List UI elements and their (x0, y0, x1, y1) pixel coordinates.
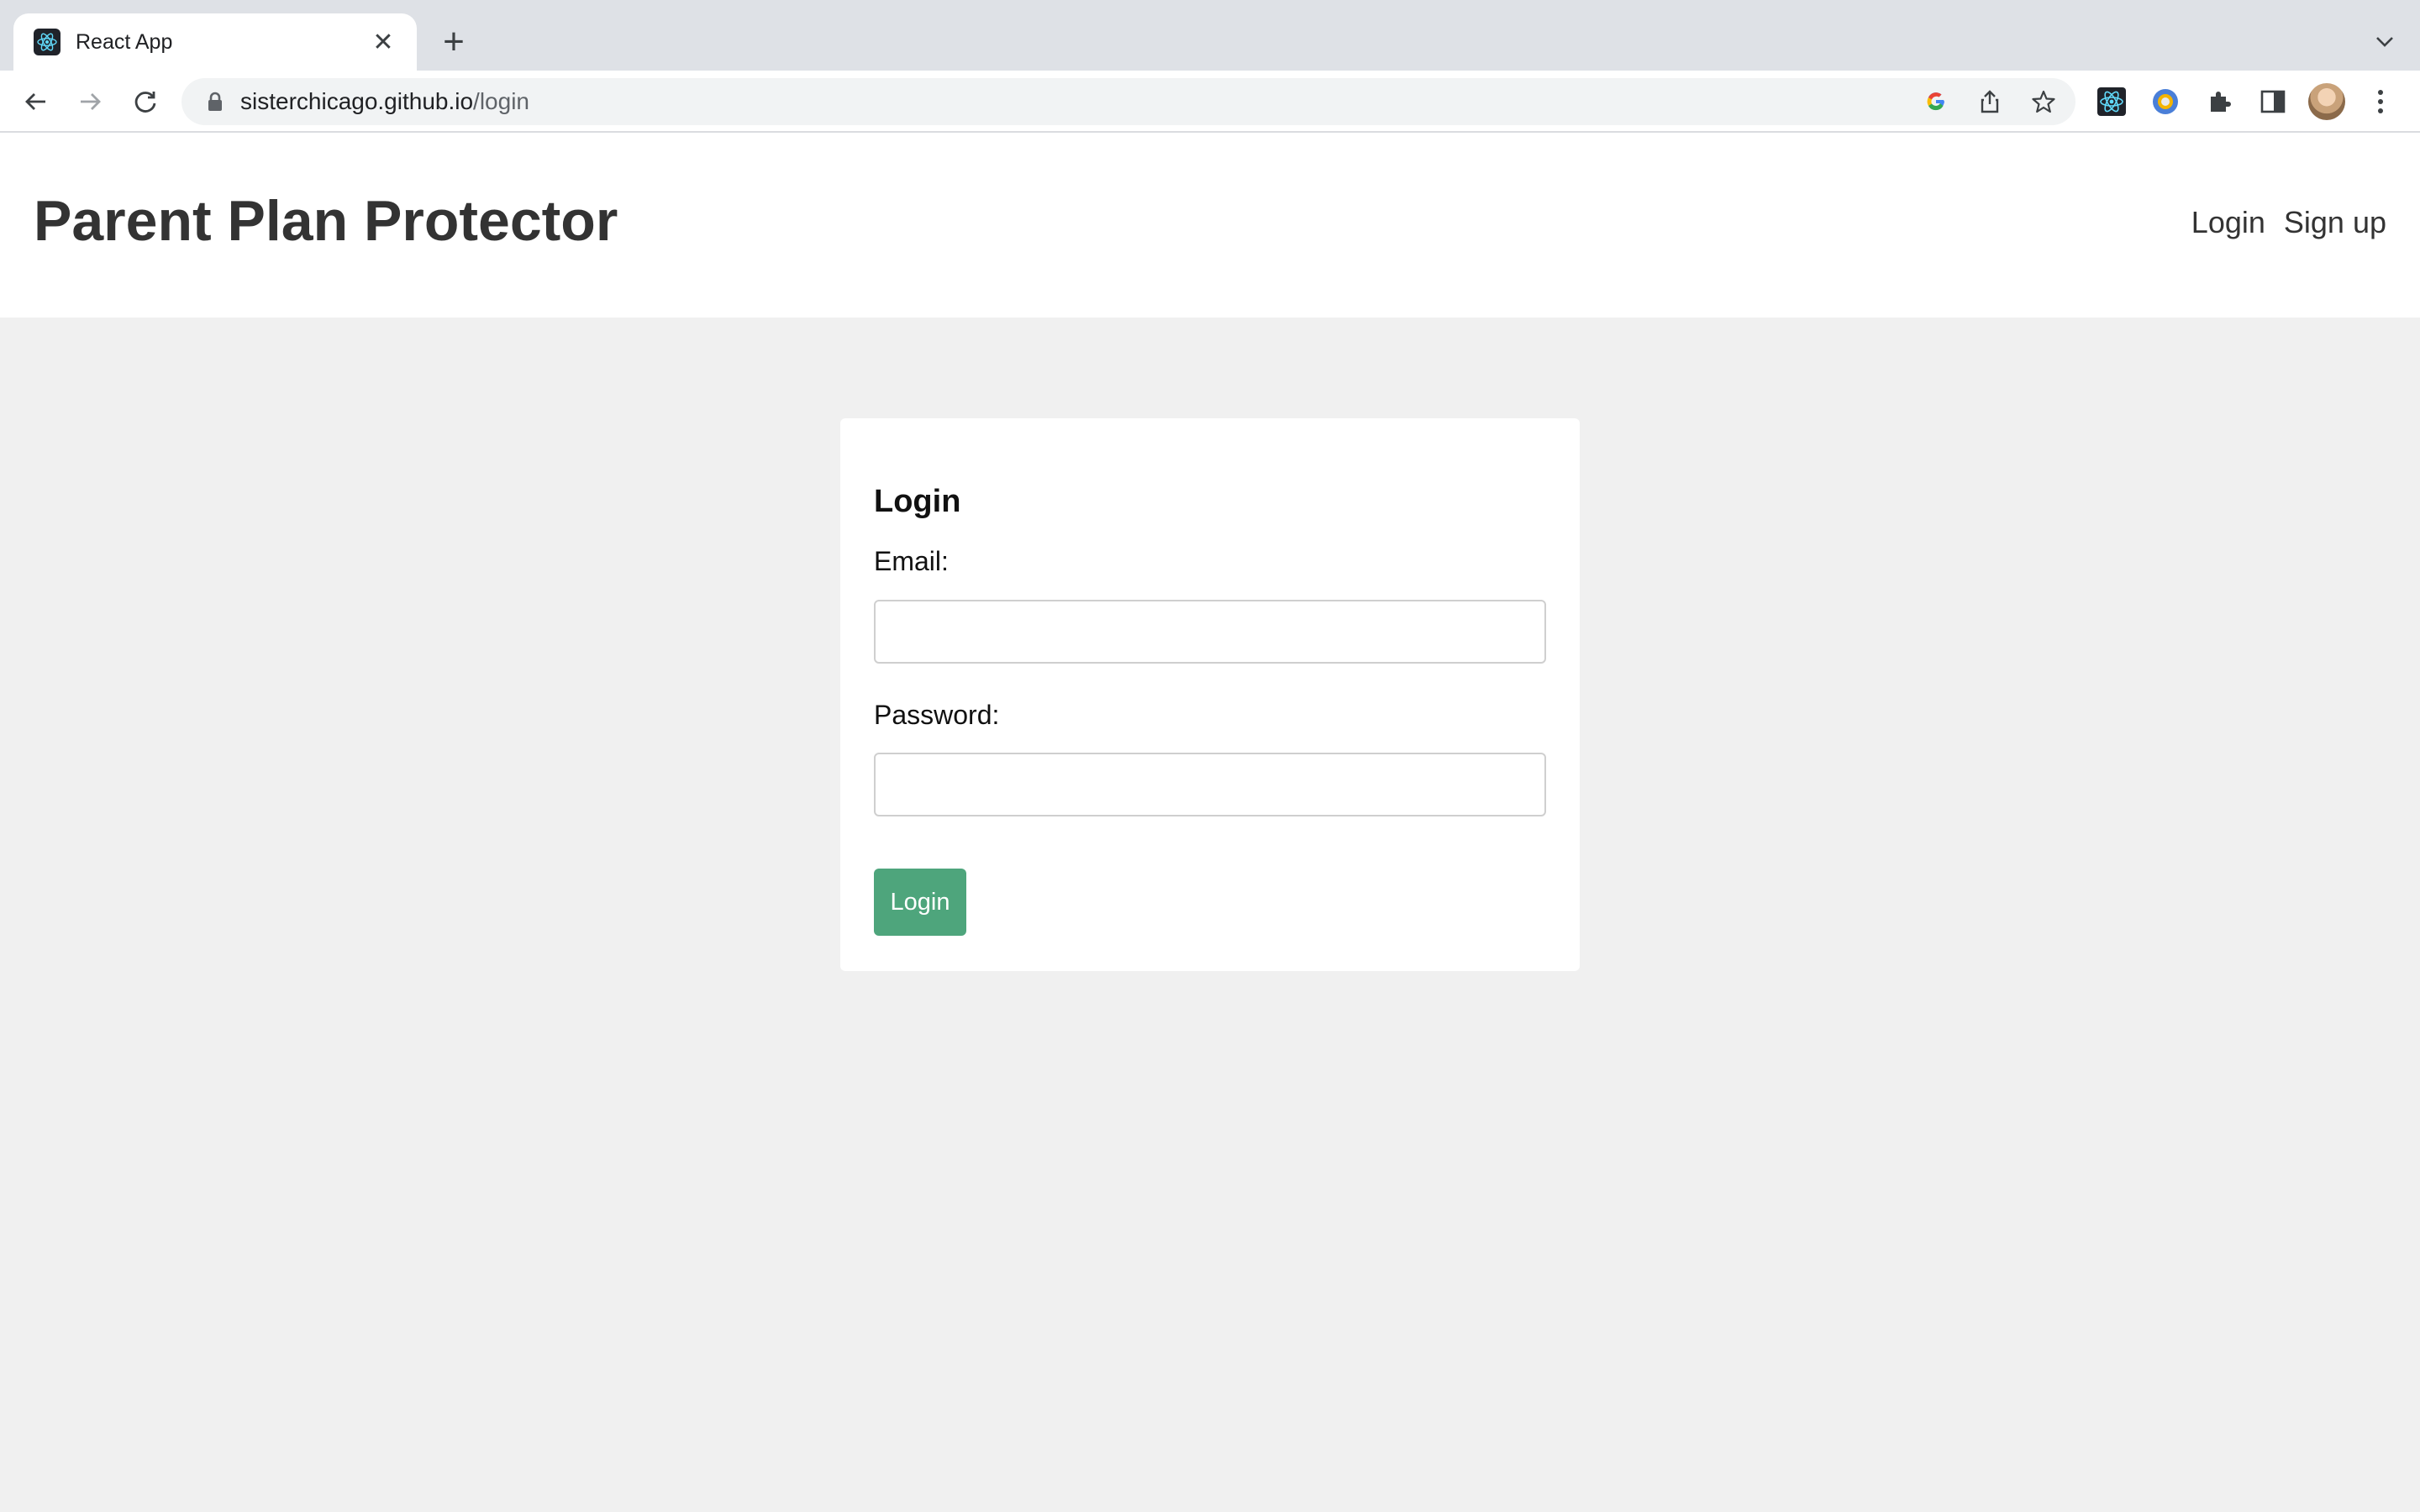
address-bar[interactable]: sisterchicago.github.io/login (182, 78, 2075, 125)
login-form: Login Email: Password: Login (840, 418, 1580, 971)
back-arrow-icon[interactable] (15, 81, 57, 123)
site-nav: Login Sign up (2173, 205, 2386, 240)
reload-icon[interactable] (124, 81, 166, 123)
forward-arrow-icon[interactable] (69, 81, 111, 123)
email-field[interactable] (874, 600, 1546, 664)
nav-signup-link[interactable]: Sign up (2284, 205, 2386, 240)
login-submit-button[interactable]: Login (874, 869, 966, 936)
tab-title: React App (76, 29, 173, 54)
profile-avatar[interactable] (2306, 81, 2348, 123)
url-path: /login (473, 88, 529, 114)
extension-icons (2091, 81, 2413, 123)
tab-close-icon[interactable]: ✕ (370, 29, 397, 56)
nav-login-link[interactable]: Login (2191, 205, 2265, 240)
login-heading: Login (874, 484, 961, 519)
page-viewport: Parent Plan Protector Login Sign up Logi… (0, 133, 2420, 1512)
bookmark-star-icon[interactable] (2022, 78, 2065, 125)
browser-tab-bar: React App ✕ + (0, 0, 2420, 71)
browser-tab[interactable]: React App ✕ (13, 13, 417, 71)
site-title: Parent Plan Protector (34, 189, 618, 253)
side-panel-icon[interactable] (2252, 81, 2294, 123)
url-host: sisterchicago.github.io (240, 88, 474, 114)
new-tab-button[interactable]: + (434, 24, 474, 60)
google-icon[interactable] (1914, 78, 1958, 125)
email-label: Email: (874, 546, 949, 576)
kebab-menu-icon[interactable] (2360, 81, 2402, 123)
lock-icon[interactable] (203, 90, 227, 113)
react-devtools-icon[interactable] (2091, 81, 2133, 123)
password-label: Password: (874, 700, 1000, 730)
puzzle-extensions-icon[interactable] (2198, 81, 2240, 123)
browser-toolbar: sisterchicago.github.io/login (0, 71, 2420, 133)
color-picker-icon[interactable] (2144, 81, 2186, 123)
site-header: Parent Plan Protector Login Sign up (0, 133, 2420, 318)
tab-search-chevron-down-icon[interactable] (2366, 25, 2403, 59)
avatar (2308, 83, 2345, 120)
address-bar-actions (1904, 78, 2065, 125)
password-field[interactable] (874, 753, 1546, 816)
share-icon[interactable] (1968, 78, 2012, 125)
react-favicon-icon (34, 29, 60, 55)
